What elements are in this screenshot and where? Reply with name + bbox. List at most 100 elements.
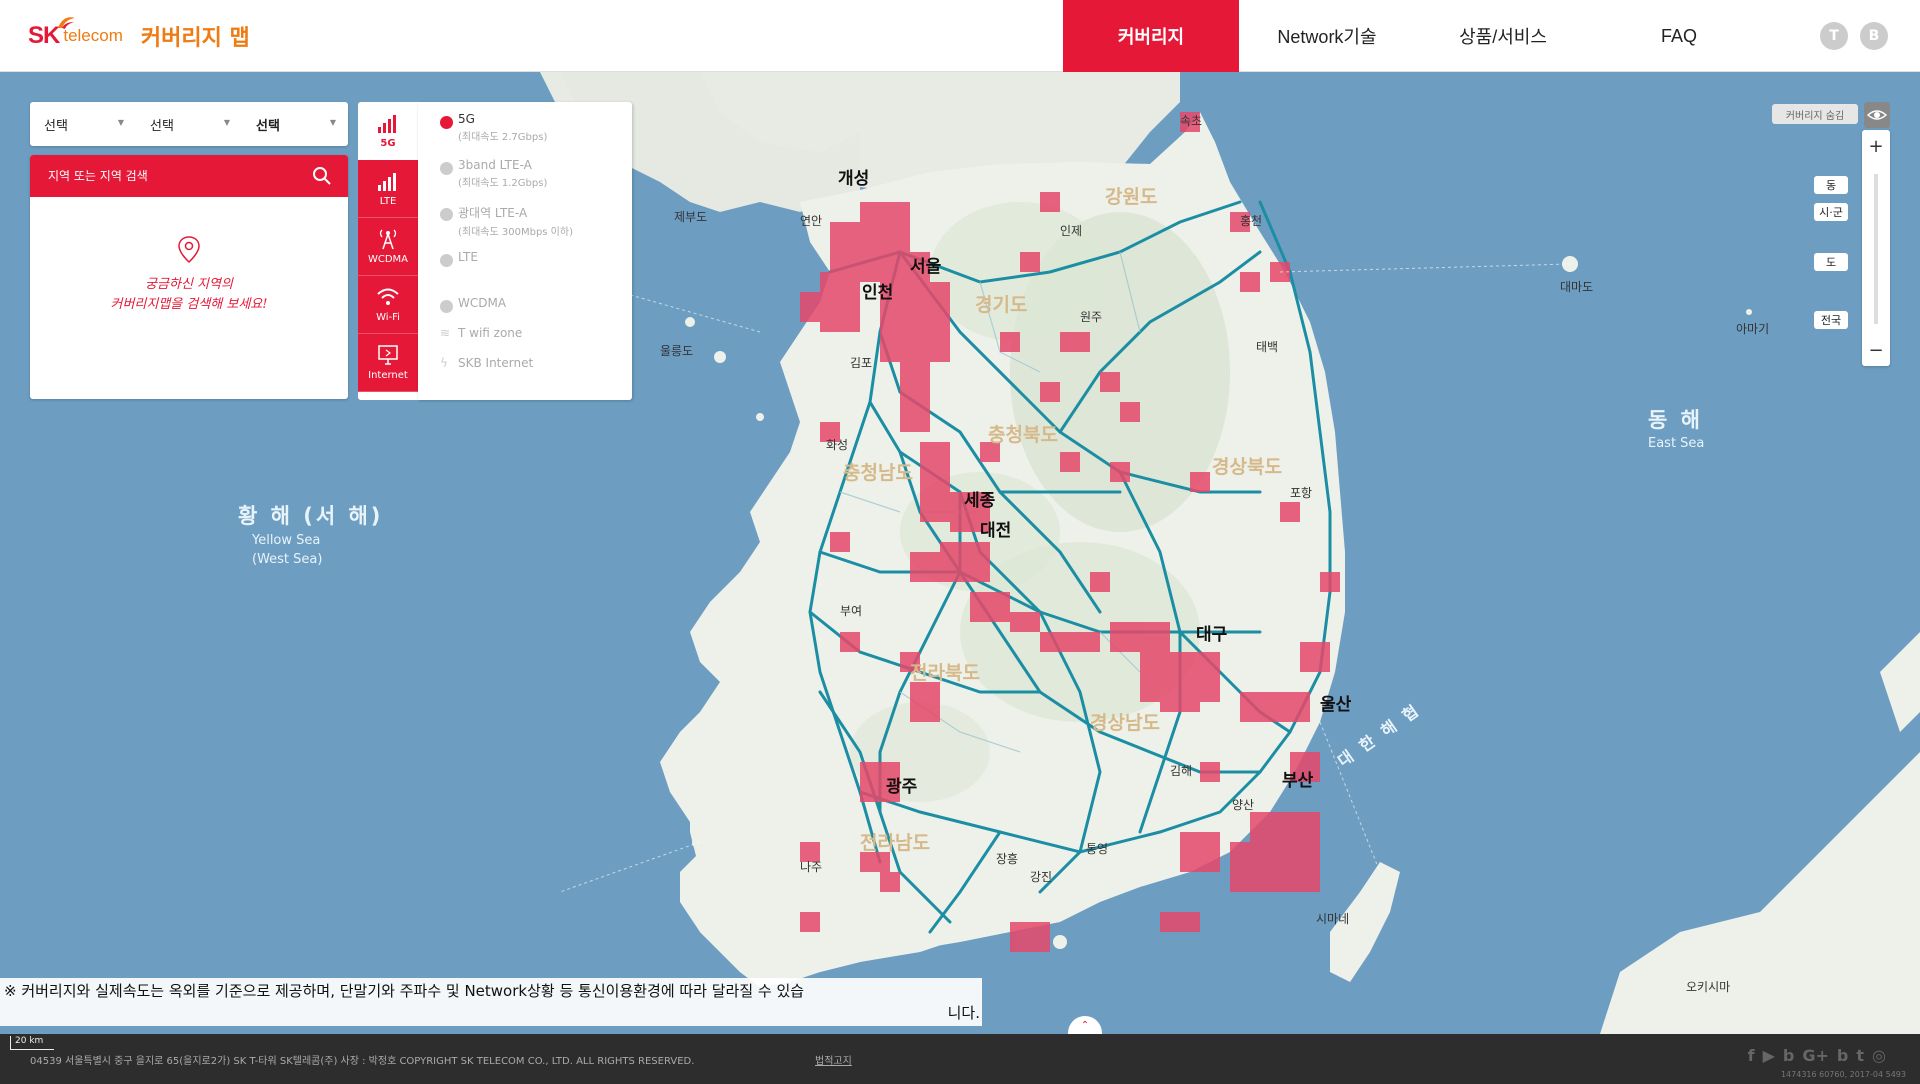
header: SK telecom 커버리지 맵 커버리지 Network기술 상품/서비스 … — [0, 0, 1920, 72]
sk-telecom-logo[interactable]: SK telecom 커버리지 맵 — [28, 14, 250, 58]
legend-dot — [440, 300, 453, 313]
tab-internet[interactable]: Internet — [358, 334, 418, 392]
search-panel: 궁금하신 지역의 커버리지맵을 검색해 보세요! — [30, 155, 348, 399]
scale-bar: 20 km — [10, 1036, 54, 1050]
legend-dot — [440, 208, 453, 221]
zoom-level-national[interactable]: 전국 — [1814, 311, 1848, 329]
coverage-hide-button[interactable]: 커버리지 숨김 — [1772, 104, 1858, 124]
logo-sk-text: SK — [28, 22, 60, 49]
tab-wifi[interactable]: Wi-Fi — [358, 276, 418, 334]
search-input[interactable] — [46, 168, 296, 184]
youtube-icon[interactable]: ▶ — [1763, 1046, 1775, 1065]
city-suwon: 김포 — [850, 356, 873, 370]
network-type-tabs: 5G LTE WCDMA Wi-Fi Internet — [358, 102, 418, 400]
city-deokjeok: 울릉도 — [660, 344, 694, 358]
province-gyeonggi: 경기도 — [975, 294, 1028, 316]
blog-alt-icon[interactable]: b — [1837, 1046, 1848, 1065]
city-chuncheon: 인제 — [1060, 224, 1083, 238]
legal-notice-link[interactable]: 법적고지 — [815, 1052, 852, 1067]
legend-lte[interactable]: LTE — [418, 250, 632, 296]
tab-lte-label: LTE — [379, 196, 397, 207]
legend-wcdma[interactable]: WCDMA — [418, 296, 632, 326]
t-world-icon[interactable]: T — [1820, 22, 1848, 50]
legend-3band-label: 3band LTE-A — [458, 158, 532, 172]
legend-5g[interactable]: 5G (최대속도 2.7Gbps) — [418, 112, 632, 158]
main-nav: 커버리지 Network기술 상품/서비스 FAQ — [1063, 0, 1767, 72]
city-dokdo: 아마기 — [1736, 322, 1770, 336]
city-amagi: 오키시마 — [1686, 980, 1731, 994]
city-ganghwa: 연안 — [800, 214, 823, 228]
search-icon[interactable] — [312, 166, 332, 186]
select-sido[interactable]: 선택 ▼ — [30, 115, 136, 134]
tab-wcdma-label: WCDMA — [367, 254, 409, 265]
city-seoul: 서울 — [910, 257, 942, 277]
zoom-level-do[interactable]: 도 — [1814, 253, 1848, 271]
footer: 04539 서울특별시 중구 을지로 65(을지로2가) SK T-타워 SK텔… — [0, 1034, 1920, 1084]
network-legend: 5G (최대속도 2.7Gbps) 3band LTE-A (최대속도 1.2G… — [418, 102, 632, 400]
nav-faq[interactable]: FAQ — [1591, 0, 1767, 72]
blog-icon[interactable]: B — [1860, 22, 1888, 50]
nav-products-services[interactable]: 상품/서비스 — [1415, 0, 1591, 72]
facebook-icon[interactable]: f — [1748, 1046, 1755, 1065]
search-hint-line2: 커버리지맵을 검색해 보세요! — [110, 297, 268, 312]
province-jeonbuk: 전라북도 — [910, 662, 980, 684]
city-taebaek: 태백 — [1256, 340, 1279, 354]
zoom-in-button[interactable]: + — [1862, 132, 1890, 160]
legend-5g-label: 5G — [458, 112, 475, 126]
eye-icon[interactable] — [1864, 102, 1890, 128]
twitter-icon[interactable]: t — [1856, 1046, 1864, 1065]
city-gangneung: 홍천 — [1240, 214, 1263, 228]
city-daegu: 대구 — [1196, 625, 1228, 645]
legend-3band-lte-a[interactable]: 3band LTE-A (최대속도 1.2Gbps) — [418, 158, 632, 204]
select-sido-label: 선택 — [44, 118, 68, 134]
province-gyeongbuk: 경상북도 — [1212, 456, 1282, 478]
legend-lte-label: LTE — [458, 250, 478, 264]
chevron-down-icon: ▼ — [117, 117, 124, 127]
social-links: f ▶ b G+ b t ◎ — [1748, 1046, 1886, 1065]
select-sigungu-label: 선택 — [150, 118, 174, 134]
legend-5g-sub: (최대속도 2.7Gbps) — [458, 132, 548, 143]
legend-dot — [440, 254, 453, 267]
instagram-icon[interactable]: ◎ — [1872, 1046, 1886, 1065]
search-hint-line1: 궁금하신 지역의 — [145, 277, 233, 292]
city-kaesong: 개성 — [838, 169, 870, 189]
version-info: 1474316 60760, 2017-04 5493 — [1780, 1070, 1906, 1079]
wifi-icon: ≋ — [440, 326, 451, 340]
select-sigungu[interactable]: 선택 ▼ — [136, 115, 242, 134]
legend-wideband-lte-a[interactable]: 광대역 LTE-A (최대속도 300Mbps 이하) — [418, 204, 632, 250]
search-bar — [30, 155, 348, 197]
legend-skb-internet[interactable]: ϟ SKB Internet — [418, 356, 632, 386]
select-dong[interactable]: 선택 ▼ — [242, 115, 348, 134]
legend-3band-sub: (최대속도 1.2Gbps) — [458, 178, 548, 189]
city-incheon: 인천 — [862, 283, 894, 303]
city-gwangju: 광주 — [886, 777, 918, 797]
google-plus-icon[interactable]: G+ — [1802, 1046, 1829, 1065]
legend-skb-label: SKB Internet — [458, 356, 534, 370]
sea-label-west-en1: Yellow Sea — [252, 533, 321, 548]
nav-network-tech[interactable]: Network기술 — [1239, 0, 1415, 72]
search-hint: 궁금하신 지역의 커버리지맵을 검색해 보세요! — [30, 275, 348, 315]
tab-lte[interactable]: LTE — [358, 160, 418, 218]
zoom-level-dong[interactable]: 동 — [1814, 176, 1848, 194]
city-gunsan: 부여 — [840, 604, 863, 618]
legend-t-wifi-zone[interactable]: ≋ T wifi zone — [418, 326, 632, 356]
tab-wcdma[interactable]: WCDMA — [358, 218, 418, 276]
tab-5g[interactable]: 5G — [358, 102, 418, 160]
zoom-out-button[interactable]: − — [1862, 336, 1890, 364]
sk-wing-icon — [58, 17, 75, 29]
zoom-level-sigun[interactable]: 시·군 — [1814, 203, 1848, 221]
signal-bars-icon — [378, 173, 396, 191]
wifi-icon — [377, 288, 399, 305]
antenna-tower-icon — [379, 229, 397, 250]
monitor-icon — [378, 345, 398, 365]
region-select-bar: 선택 ▼ 선택 ▼ 선택 ▼ — [30, 102, 348, 146]
legend-wideband-label: 광대역 LTE-A — [458, 206, 528, 220]
city-mokpo: 나주 — [800, 860, 823, 874]
city-suncheon: 장흥 — [996, 852, 1019, 866]
app-title: 커버리지 맵 — [140, 26, 250, 51]
nav-coverage[interactable]: 커버리지 — [1063, 0, 1239, 72]
province-chungbuk: 충청북도 — [988, 424, 1058, 446]
blog-icon[interactable]: b — [1783, 1046, 1794, 1065]
zoom-slider-track[interactable] — [1874, 174, 1878, 324]
legend-wideband-sub: (최대속도 300Mbps 이하) — [458, 227, 573, 238]
